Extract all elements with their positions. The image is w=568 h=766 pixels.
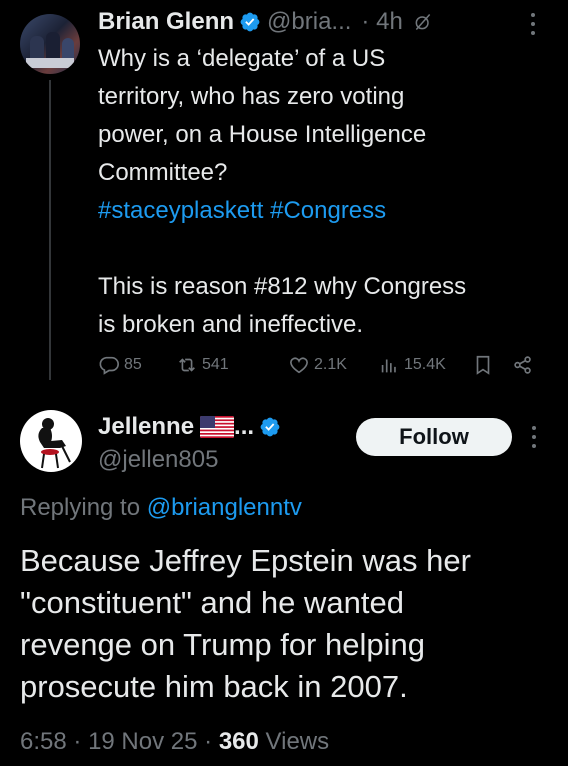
reply-author[interactable]: Jellenne ... (98, 410, 287, 444)
grok-icon[interactable] (413, 12, 433, 32)
name-ellipsis: ... (234, 413, 255, 440)
reply-line: revenge on Trump for helping (20, 627, 425, 662)
reply-text: Because Jeffrey Epstein was her "constit… (20, 540, 560, 708)
avatar[interactable] (20, 14, 80, 74)
views-label: Views (265, 728, 330, 755)
reply-line: prosecute him back in 2007. (20, 669, 408, 704)
reply-icon (99, 356, 119, 375)
timestamp[interactable]: · 4h (361, 8, 402, 36)
bookmark-button[interactable] (472, 354, 494, 376)
views-icon (381, 359, 396, 373)
time-label: 4h (376, 8, 403, 35)
reply-button[interactable]: 85 (98, 354, 142, 376)
verified-icon (260, 417, 280, 437)
replying-to: Replying to @brianglenntv (20, 494, 302, 522)
more-icon[interactable] (530, 13, 536, 35)
tweet-text: Why is a ‘delegate’ of a US territory, w… (98, 40, 558, 344)
avatar[interactable] (20, 410, 82, 472)
replying-handle-link[interactable]: @brianglenntv (147, 494, 302, 521)
repost-button[interactable]: 541 (176, 354, 229, 376)
tweet-line: Why is a ‘delegate’ of a US (98, 45, 386, 72)
avatar-figure (38, 418, 71, 469)
author-handle[interactable]: @jellen805 (98, 446, 218, 474)
separator: · (73, 728, 82, 755)
repost-count: 541 (202, 356, 229, 373)
like-icon (290, 357, 308, 374)
verified-icon (240, 12, 260, 32)
us-flag-icon (200, 416, 235, 438)
tweet-line: Committee? (98, 159, 228, 186)
author-name[interactable]: Brian Glenn (98, 8, 234, 36)
repost-icon (179, 358, 195, 372)
like-button[interactable]: 2.1K (288, 354, 347, 376)
thread-line (49, 80, 51, 380)
tweet-header: Brian Glenn @bria... · 4h (98, 4, 433, 40)
replying-prefix: Replying to (20, 494, 141, 521)
tweet-line: is broken and ineffective. (98, 311, 364, 338)
bookmark-icon (476, 355, 490, 375)
follow-button[interactable]: Follow (356, 418, 512, 456)
action-bar: 85 541 2.1K 15.4K (98, 352, 548, 382)
hashtags-link[interactable]: #staceyplaskett #Congress (98, 192, 558, 230)
post-date[interactable]: 19 Nov 25 (88, 728, 197, 755)
post-time[interactable]: 6:58 (20, 728, 67, 755)
author-handle[interactable]: @bria... (267, 8, 351, 36)
tweet-line: power, on a House Intelligence (98, 121, 427, 148)
reply-line: "constituent" and he wanted (20, 585, 404, 620)
like-count: 2.1K (314, 356, 347, 373)
more-icon[interactable] (531, 426, 537, 448)
reply-line: Because Jeffrey Epstein was her (20, 543, 471, 578)
author-name: Jellenne (98, 413, 195, 440)
separator: · (361, 8, 370, 35)
tweet-meta: 6:58 · 19 Nov 25 · 360 Views (20, 728, 329, 756)
separator: · (204, 728, 213, 755)
reply-count: 85 (124, 356, 142, 373)
share-button[interactable] (512, 354, 534, 376)
tweet-line: This is reason #812 why Congress (98, 273, 467, 300)
views-button[interactable]: 15.4K (378, 354, 446, 376)
views-count: 15.4K (404, 356, 446, 373)
tweet-line: territory, who has zero voting (98, 83, 405, 110)
share-icon (514, 356, 531, 374)
views-count: 360 (218, 728, 259, 755)
